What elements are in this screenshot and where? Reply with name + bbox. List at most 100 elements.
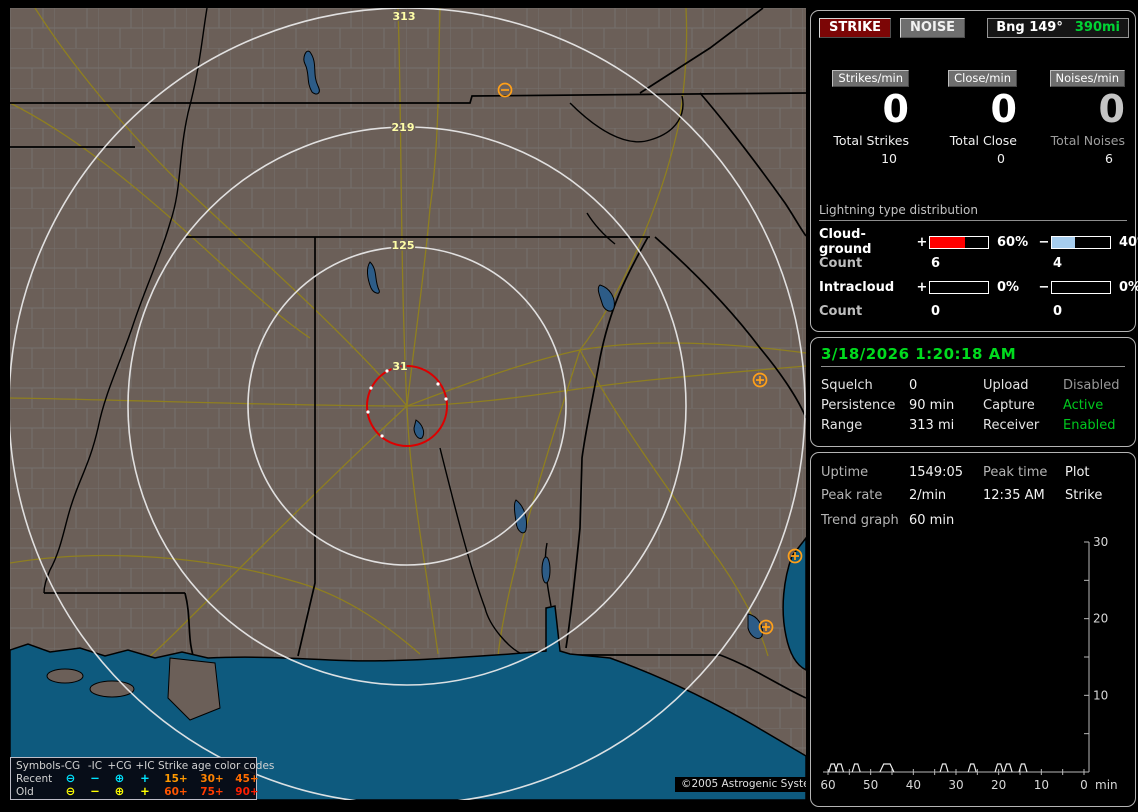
bearing-value: Bng 149° <box>996 20 1063 35</box>
minus-sign: − <box>1038 279 1050 295</box>
x-tick-label: 60 <box>820 778 835 792</box>
strikes-per-min-value: 0 <box>882 87 909 131</box>
x-tick-label: 30 <box>948 778 963 792</box>
x-tick-label: 50 <box>863 778 878 792</box>
plot-value: Strike <box>1065 488 1103 503</box>
total-strikes-column: Total Strikes 10 <box>821 133 909 166</box>
trend-strike-series <box>828 763 1028 773</box>
x-tick-label: 0 <box>1080 778 1088 792</box>
cg-plus-bar <box>929 235 989 249</box>
trend-panel: Uptime 1549:05 Peak time Plot Peak rate … <box>810 452 1136 807</box>
trend-graph-row: Trend graph 60 min <box>811 507 1135 528</box>
legend-row-recent-label: Recent <box>16 772 53 785</box>
cg-plus-count: 6 <box>931 255 941 271</box>
squelch-label: Squelch <box>821 377 873 393</box>
intracloud-label: Intracloud <box>819 279 895 295</box>
legend-age-header: Strike age color codes <box>158 759 275 772</box>
age-30: 30+ <box>200 772 224 785</box>
total-close-label: Total Close <box>949 133 1017 148</box>
ic-minus-bar <box>1051 280 1111 294</box>
cg-plus-percent: 60% <box>997 234 1029 250</box>
uptime-label: Uptime <box>821 465 869 480</box>
cloud-ground-count-row: Count 6 4 <box>819 251 1127 275</box>
total-strikes-value: 10 <box>881 151 897 166</box>
uptime-value: 1549:05 <box>909 465 964 480</box>
distribution-title: Lightning type distribution <box>819 203 1127 221</box>
legend-row-old-label: Old <box>16 785 34 798</box>
trend-graph: 10 20 30 60 50 40 30 20 10 0 min <box>820 535 1118 792</box>
status-panel: 3/18/2026 1:20:18 AM Squelch 0 Upload Di… <box>810 337 1136 447</box>
total-noises-column: Total Noises 6 <box>1035 133 1125 166</box>
peak-time-value: 12:35 AM <box>983 488 1045 503</box>
peak-rate-label: Peak rate <box>821 488 883 503</box>
cg-minus-count: 4 <box>1053 255 1063 271</box>
total-noises-value: 6 <box>1105 151 1113 166</box>
range-value: 390mi <box>1074 20 1120 35</box>
receiver-status: Enabled <box>1063 417 1116 433</box>
strikes-per-min-label[interactable]: Strikes/min <box>832 70 909 87</box>
recent-cg-plus-icon: ⊕ <box>114 771 125 785</box>
ic-plus-bar <box>929 280 989 294</box>
ring-label-31: 31 <box>392 360 407 373</box>
age-90: 90+ <box>235 785 259 798</box>
x-unit-label: min <box>1095 778 1118 792</box>
ic-minus-count: 0 <box>1053 303 1063 319</box>
map-svg: 313 219 125 31 <box>10 8 806 800</box>
current-datetime: 3/18/2026 1:20:18 AM <box>821 345 1017 363</box>
range-label: Range <box>821 417 863 433</box>
x-tick-label: 40 <box>906 778 921 792</box>
capture-status: Active <box>1063 397 1104 413</box>
strike-mode-button[interactable]: STRIKE <box>819 18 892 38</box>
lightning-type-distribution: Lightning type distribution Cloud-ground… <box>819 203 1138 323</box>
cg-minus-bar <box>1051 235 1111 249</box>
noise-mode-button[interactable]: NOISE <box>900 18 966 38</box>
close-per-min-label[interactable]: Close/min <box>948 70 1017 87</box>
range-row: Range 313 mi Receiver Enabled <box>811 415 1135 435</box>
old-cg-plus-icon: ⊕ <box>114 784 125 798</box>
legend-col-neg-ic: -IC <box>87 759 103 772</box>
ring-label-313: 313 <box>393 10 416 23</box>
trend-graph-label: Trend graph <box>821 513 899 528</box>
symbol-legend: Symbols -CG -IC +CG +IC Strike age color… <box>10 757 274 800</box>
cloud-ground-label: Cloud-ground <box>819 227 872 257</box>
ic-minus-percent: 0% <box>1119 279 1138 295</box>
peak-time-label: Peak time <box>983 465 1048 480</box>
y-tick-label: 30 <box>1093 535 1108 549</box>
range-setting-value: 313 mi <box>909 417 955 433</box>
ring-label-219: 219 <box>392 121 415 134</box>
cg-minus-percent: 40% <box>1119 234 1138 250</box>
legend-col-pos-cg: +CG <box>107 759 132 772</box>
minus-sign: − <box>1038 234 1050 250</box>
age-15: 15+ <box>164 772 188 785</box>
old-ic-minus-icon: − <box>90 784 100 798</box>
x-tick-label: 20 <box>991 778 1006 792</box>
plus-sign: + <box>916 279 928 295</box>
squelch-row: Squelch 0 Upload Disabled <box>811 375 1135 395</box>
noises-per-min-label[interactable]: Noises/min <box>1049 70 1125 87</box>
old-cg-minus-icon: ⊖ <box>65 784 76 798</box>
legend-col-neg-cg: -CG <box>60 759 81 772</box>
close-per-min-column: Close/min 0 <box>929 67 1017 129</box>
persistence-value: 90 min <box>909 397 955 413</box>
strike-counters-panel: STRIKE NOISE Bng 149° 390mi Strikes/min 0… <box>810 10 1138 332</box>
total-close-column: Total Close 0 <box>929 133 1017 166</box>
age-45: 45+ <box>235 772 259 785</box>
ic-plus-percent: 0% <box>997 279 1020 295</box>
upload-status: Disabled <box>1063 377 1120 393</box>
bearing-range-readout: Bng 149° 390mi <box>987 18 1129 38</box>
recent-ic-plus-icon: + <box>140 771 150 785</box>
plus-sign: + <box>916 234 928 250</box>
ring-label-125: 125 <box>392 239 415 252</box>
x-tick-label: 10 <box>1034 778 1049 792</box>
noises-per-min-column: Noises/min 0 <box>1035 67 1125 129</box>
peak-rate-value: 2/min <box>909 488 947 503</box>
uptime-row: Uptime 1549:05 Peak time Plot <box>811 461 1135 484</box>
map-canvas[interactable]: 313 219 125 31 Symbols -CG -IC +CG +IC S… <box>10 8 806 800</box>
age-60: 60+ <box>164 785 188 798</box>
persistence-label: Persistence <box>821 397 896 413</box>
legend-col-pos-ic: +IC <box>135 759 155 772</box>
strikes-per-min-column: Strikes/min 0 <box>821 67 909 129</box>
total-strikes-label: Total Strikes <box>833 133 909 148</box>
close-per-min-value: 0 <box>990 87 1017 131</box>
capture-label: Capture <box>983 397 1035 413</box>
